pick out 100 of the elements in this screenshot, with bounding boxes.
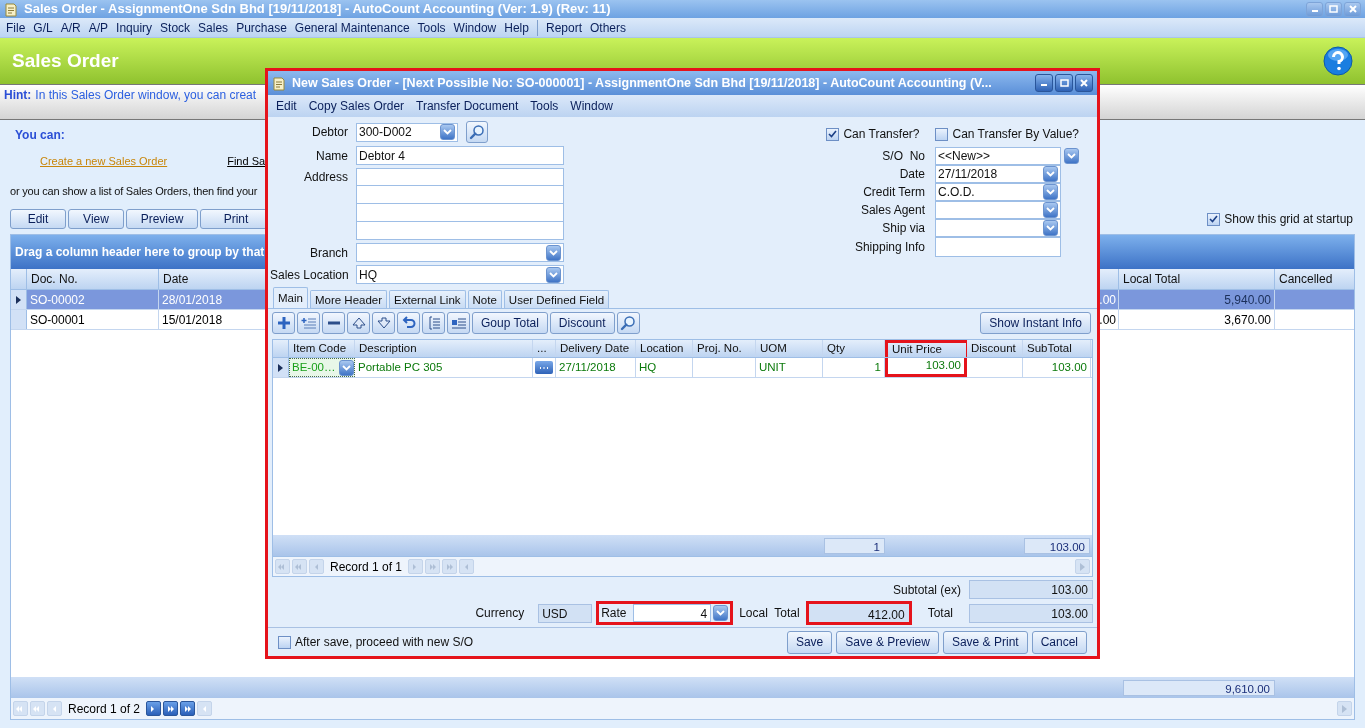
debtor-field[interactable]: 300-D002 xyxy=(356,122,458,142)
menu-item[interactable]: Tools xyxy=(530,97,559,115)
column-header[interactable]: SubTotal xyxy=(1023,340,1091,357)
address-line-field[interactable] xyxy=(356,222,564,240)
column-header[interactable]: Unit Price xyxy=(885,340,967,357)
toolbar-button[interactable] xyxy=(447,312,470,334)
column-header[interactable]: Item Code xyxy=(289,340,355,357)
dropdown-button[interactable] xyxy=(1064,148,1079,164)
column-header[interactable]: Location xyxy=(636,340,693,357)
move-down-icon xyxy=(375,315,392,331)
column-header[interactable]: ... xyxy=(533,340,556,357)
toolbar-button[interactable] xyxy=(322,312,345,334)
dropdown-button[interactable] xyxy=(546,244,561,261)
menu-item[interactable]: Inquiry xyxy=(116,18,153,37)
menu-item[interactable]: G/L xyxy=(33,18,53,37)
dropdown-button[interactable] xyxy=(440,124,455,140)
row-selector[interactable] xyxy=(273,358,289,377)
help-icon[interactable] xyxy=(1323,46,1353,76)
close-button[interactable] xyxy=(1075,74,1093,92)
last-record-button[interactable] xyxy=(180,701,196,716)
action-button[interactable]: Preview xyxy=(126,209,198,229)
column-header[interactable]: Cancelled xyxy=(1275,269,1354,289)
tab[interactable]: Main xyxy=(273,287,308,308)
dropdown-button[interactable] xyxy=(1043,184,1058,200)
dialog-button[interactable]: Save & Preview xyxy=(836,630,939,654)
link[interactable]: Find Sa xyxy=(227,152,266,170)
tab[interactable]: User Defined Field xyxy=(503,290,610,308)
toolbar-button[interactable] xyxy=(397,312,420,334)
checkbox[interactable] xyxy=(278,635,291,649)
checkbox[interactable] xyxy=(935,127,949,141)
column-header[interactable]: Proj. No. xyxy=(693,340,756,357)
menu-item[interactable]: Sales xyxy=(198,18,229,37)
menu-item[interactable]: Purchase xyxy=(236,18,287,37)
number-field[interactable]: <<New>> xyxy=(935,147,1061,165)
dropdown-field[interactable] xyxy=(356,243,564,262)
rate-field[interactable]: 4 xyxy=(633,604,712,622)
dropdown-button[interactable] xyxy=(339,359,354,376)
dropdown-field[interactable]: 27/11/2018 xyxy=(935,165,1061,183)
search-button[interactable] xyxy=(466,121,488,143)
dropdown-button[interactable] xyxy=(1043,202,1058,218)
column-header[interactable]: UOM xyxy=(756,340,823,357)
search-button[interactable] xyxy=(616,312,640,334)
menu-item[interactable]: Tools xyxy=(417,18,446,37)
toolbar-button[interactable]: Goup Total xyxy=(472,312,548,334)
tab[interactable]: More Header xyxy=(309,290,388,308)
column-header[interactable]: Doc. No. xyxy=(27,269,159,289)
checkbox[interactable] xyxy=(826,127,840,141)
minimize-button[interactable] xyxy=(1035,74,1053,92)
menu-item[interactable]: A/P xyxy=(88,18,109,37)
dropdown-button[interactable] xyxy=(1043,166,1058,182)
menu-item[interactable]: Window xyxy=(570,97,614,115)
dialog-button[interactable]: Save & Print xyxy=(942,630,1028,654)
toolbar-button[interactable] xyxy=(372,312,395,334)
dialog-button[interactable]: Cancel xyxy=(1031,630,1087,654)
show-instant-info-button[interactable]: Show Instant Info xyxy=(980,312,1091,334)
column-header[interactable]: Local Total xyxy=(1119,269,1275,289)
dropdown-field[interactable]: HQ xyxy=(356,265,564,284)
field-label: Sales Agent xyxy=(859,202,925,219)
next-record-button[interactable] xyxy=(146,701,162,716)
dropdown-field[interactable] xyxy=(935,219,1061,237)
text-field[interactable] xyxy=(935,237,1061,257)
tab[interactable]: External Link xyxy=(389,290,466,308)
dropdown-button[interactable] xyxy=(546,266,561,283)
column-header[interactable]: Discount xyxy=(967,340,1023,357)
dialog-button[interactable]: Save xyxy=(786,630,833,654)
toolbar-button[interactable] xyxy=(347,312,370,334)
checkbox[interactable] xyxy=(1207,212,1221,226)
column-header[interactable]: Qty xyxy=(823,340,885,357)
menu-item[interactable]: Window xyxy=(453,18,497,37)
address-line-field[interactable] xyxy=(356,186,564,204)
menu-item[interactable]: General Maintenance xyxy=(294,18,410,37)
action-button[interactable]: Edit xyxy=(10,209,66,229)
menu-item[interactable]: Help xyxy=(504,18,529,37)
column-header[interactable]: Delivery Date xyxy=(556,340,636,357)
dropdown-button[interactable] xyxy=(713,605,729,621)
maximize-button[interactable] xyxy=(1325,1,1342,17)
menu-item[interactable]: Report xyxy=(545,18,582,37)
maximize-button[interactable] xyxy=(1055,74,1073,92)
action-button[interactable]: View xyxy=(68,209,124,229)
menu-item[interactable]: File xyxy=(6,18,26,37)
menu-item[interactable]: Copy Sales Order xyxy=(308,97,405,115)
menu-item[interactable]: Others xyxy=(590,18,626,37)
dropdown-field[interactable]: C.O.D. xyxy=(935,183,1061,201)
dropdown-button[interactable] xyxy=(1043,220,1058,236)
menu-item[interactable]: A/R xyxy=(60,18,81,37)
toolbar-button[interactable]: Discount xyxy=(549,312,615,334)
toolbar-button[interactable] xyxy=(297,312,320,334)
address-line-field[interactable] xyxy=(356,204,564,222)
dropdown-field[interactable] xyxy=(935,201,1061,219)
more-button[interactable] xyxy=(535,361,553,374)
next-page-button[interactable] xyxy=(163,701,179,716)
toolbar-button[interactable] xyxy=(272,312,295,334)
menu-item[interactable]: Edit xyxy=(276,97,297,115)
tab[interactable]: Note xyxy=(467,290,502,308)
menu-item[interactable]: Stock xyxy=(160,18,191,37)
menu-item[interactable]: Transfer Document xyxy=(416,97,519,115)
address-line-field[interactable] xyxy=(356,168,564,186)
row-selector[interactable] xyxy=(11,290,27,309)
name-field[interactable]: Debtor 4 xyxy=(356,146,564,165)
column-header[interactable]: Description xyxy=(355,340,533,357)
